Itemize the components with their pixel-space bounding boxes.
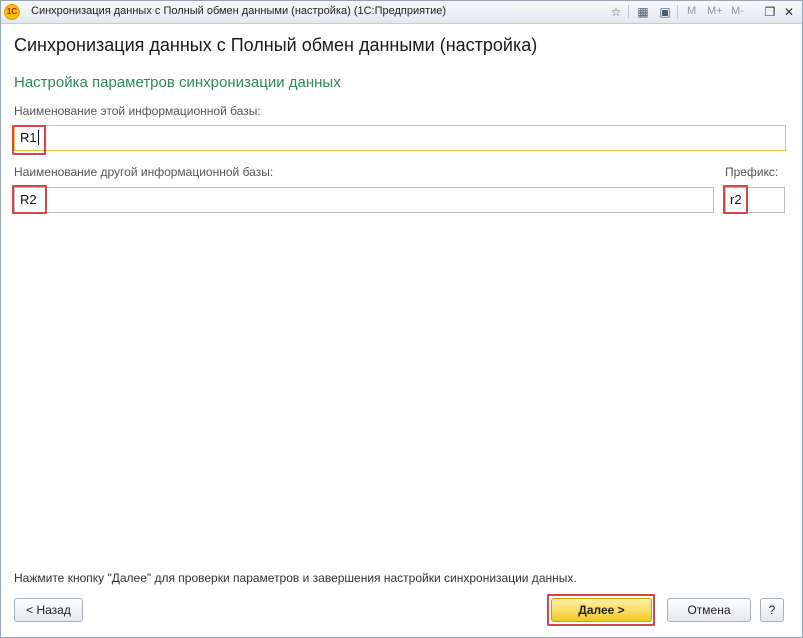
help-button[interactable]: ?	[760, 598, 784, 622]
this-base-value: R1	[20, 130, 37, 145]
window-title: Синхронизация данных с Полный обмен данн…	[31, 5, 447, 17]
other-base-label: Наименование другой информационной базы:	[14, 165, 274, 179]
toolbar-separator	[677, 5, 678, 19]
star-icon[interactable]: ☆	[608, 4, 624, 20]
memory-plus-button[interactable]: M+	[707, 5, 723, 17]
dialog-window: 1С Синхронизация данных с Полный обмен д…	[0, 0, 803, 638]
restore-window-icon[interactable]: ❐	[762, 4, 778, 20]
hint-text: Нажмите кнопку "Далее" для проверки пара…	[14, 571, 577, 585]
app-logo-icon[interactable]: 1С	[4, 4, 20, 20]
prefix-value: r2	[730, 192, 742, 207]
section-title: Настройка параметров синхронизации данны…	[14, 74, 341, 91]
back-button[interactable]: < Назад	[14, 598, 83, 622]
this-base-label: Наименование этой информационной базы:	[14, 104, 261, 118]
calendar-icon[interactable]: ▣	[657, 4, 673, 20]
other-base-value: R2	[20, 192, 37, 207]
this-base-input[interactable]: R1	[14, 125, 786, 151]
next-button[interactable]: Далее >	[551, 598, 652, 622]
calculator-icon[interactable]: ▦	[635, 4, 651, 20]
memory-button[interactable]: M	[687, 5, 696, 17]
text-caret	[37, 130, 39, 145]
page-title: Синхронизация данных с Полный обмен данн…	[14, 35, 538, 55]
prefix-label: Префикс:	[725, 165, 779, 179]
cancel-button[interactable]: Отмена	[667, 598, 751, 622]
title-bar: 1С Синхронизация данных с Полный обмен д…	[1, 1, 802, 24]
memory-minus-button[interactable]: M-	[731, 5, 744, 17]
toolbar-separator	[628, 5, 629, 19]
app-logo-text: 1С	[6, 7, 18, 16]
close-icon[interactable]: ✕	[781, 4, 797, 20]
prefix-input[interactable]: r2	[725, 187, 785, 213]
other-base-input[interactable]: R2	[14, 187, 714, 213]
